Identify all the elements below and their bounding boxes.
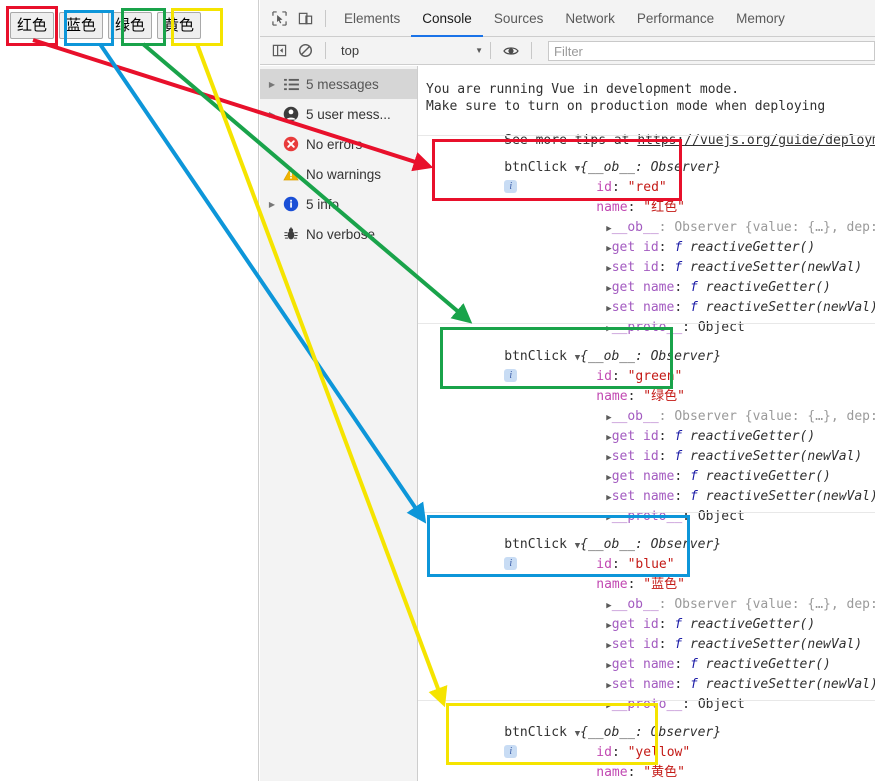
chevron-right-icon[interactable]: ▶ <box>264 110 280 119</box>
sidebar-item-info[interactable]: ▶ 5 info <box>260 189 417 219</box>
sidebar-item-verbose[interactable]: No verbose <box>260 219 417 249</box>
sidebar-item-warnings[interactable]: No warnings <box>260 159 417 189</box>
clear-console-icon[interactable] <box>292 38 318 64</box>
info-badge[interactable]: i <box>504 180 518 193</box>
error-icon <box>280 136 302 152</box>
console-toolbar-divider-3 <box>531 42 532 59</box>
tab-performance[interactable]: Performance <box>626 0 725 37</box>
chevron-down-icon: ▼ <box>475 46 483 55</box>
info-badge[interactable]: i <box>504 557 518 570</box>
devtools-panel: Elements Console Sources Network Perform… <box>260 0 875 781</box>
object-preview-close: } <box>713 349 722 364</box>
page-button-yellow[interactable]: 黄色 <box>157 12 202 39</box>
filter-input[interactable]: Filter <box>548 40 875 61</box>
page-button-blue[interactable]: 蓝色 <box>59 12 104 39</box>
user-icon <box>280 106 302 122</box>
sidebar-item-label: 5 info <box>306 196 340 212</box>
info-badge[interactable]: i <box>504 745 518 758</box>
browser-page-pane: 红色 蓝色 绿色 黄色 <box>0 0 259 781</box>
list-icon <box>280 78 302 91</box>
chevron-right-icon[interactable]: ▶ <box>264 200 280 209</box>
sidebar-item-label: No verbose <box>306 226 376 242</box>
console-sidebar: ▶ 5 messages ▶ 5 user mess... No errors … <box>260 66 418 781</box>
sidebar-item-messages[interactable]: ▶ 5 messages <box>260 69 417 99</box>
sidebar-item-user-messages[interactable]: ▶ 5 user mess... <box>260 99 417 129</box>
console-log-pane[interactable]: You are running Vue in development mode.… <box>418 66 875 781</box>
tab-console[interactable]: Console <box>411 0 483 37</box>
warning-icon <box>280 166 302 182</box>
color-button-row: 红色 蓝色 绿色 黄色 <box>10 12 202 39</box>
log-divider <box>418 512 875 513</box>
tab-sources[interactable]: Sources <box>483 0 555 37</box>
sidebar-item-label: 5 user mess... <box>306 106 391 122</box>
console-toolbar: top ▼ Filter <box>260 37 875 65</box>
chevron-right-icon[interactable]: ▶ <box>264 80 280 89</box>
page-button-green[interactable]: 绿色 <box>108 12 153 39</box>
info-icon <box>280 196 302 212</box>
log-divider <box>418 135 875 136</box>
sidebar-item-label: 5 messages <box>306 76 379 92</box>
info-badge[interactable]: i <box>504 369 518 382</box>
inspect-cursor-icon[interactable] <box>266 5 292 31</box>
live-expression-eye-icon[interactable] <box>498 38 524 64</box>
console-body: ▶ 5 messages ▶ 5 user mess... No errors … <box>260 66 875 781</box>
console-toolbar-divider-1 <box>325 42 326 59</box>
sidebar-toggle-icon[interactable] <box>266 38 292 64</box>
devtools-tabbar: Elements Console Sources Network Perform… <box>260 0 875 37</box>
page-button-red[interactable]: 红色 <box>10 12 55 39</box>
execution-context-value: top <box>341 43 360 58</box>
screenshot-root: 红色 蓝色 绿色 黄色 Elements Console Sources Net… <box>0 0 875 781</box>
sidebar-item-label: No warnings <box>306 166 382 182</box>
log-divider <box>418 323 875 324</box>
device-toolbar-icon[interactable] <box>292 5 318 31</box>
vue-warning-line-1: You are running Vue in development mode. <box>426 82 740 97</box>
tab-elements[interactable]: Elements <box>333 0 411 37</box>
vue-warning-line-2: Make sure to turn on production mode whe… <box>426 99 826 114</box>
log-prop-ob-3[interactable]: ▶__ob__: Observer {value: {…}, dep: Dep, <box>528 767 875 781</box>
verbose-bug-icon <box>280 226 302 242</box>
sidebar-item-label: No errors <box>306 136 363 152</box>
object-preview-close: } <box>713 725 722 740</box>
toolbar-divider <box>325 9 326 27</box>
sidebar-item-errors[interactable]: No errors <box>260 129 417 159</box>
tab-network[interactable]: Network <box>554 0 626 37</box>
log-divider <box>418 700 875 701</box>
console-toolbar-divider-2 <box>490 42 491 59</box>
execution-context-select[interactable]: top ▼ <box>333 43 483 58</box>
tab-memory[interactable]: Memory <box>725 0 796 37</box>
object-preview-close: } <box>713 537 722 552</box>
object-preview-close: } <box>713 160 722 175</box>
